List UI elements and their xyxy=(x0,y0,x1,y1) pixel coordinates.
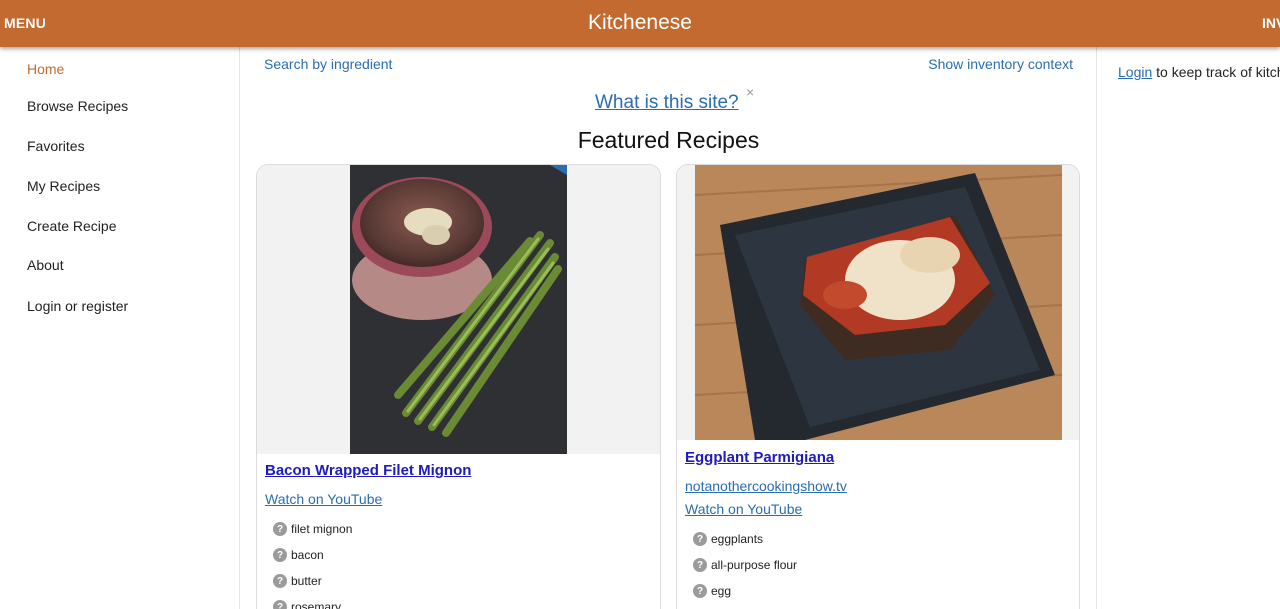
ingredient-item: ? eggplants xyxy=(693,532,763,546)
close-icon[interactable]: × xyxy=(746,84,754,100)
nav-item-browse-recipes[interactable]: Browse Recipes xyxy=(27,98,128,114)
inventory-button[interactable]: INV xyxy=(1262,15,1280,31)
nav-item-my-recipes[interactable]: My Recipes xyxy=(27,178,100,194)
question-icon[interactable]: ? xyxy=(273,574,287,588)
recipe-title-link[interactable]: Bacon Wrapped Filet Mignon xyxy=(265,462,471,479)
what-is-this-site-link[interactable]: What is this site? xyxy=(595,92,739,114)
ingredient-item: ? egg xyxy=(693,584,731,598)
question-icon[interactable]: ? xyxy=(693,532,707,546)
nav-item-favorites[interactable]: Favorites xyxy=(27,138,85,154)
filet-mignon-photo[interactable] xyxy=(350,165,567,454)
ingredient-item: ? rosemary xyxy=(273,600,341,609)
login-prompt: Login to keep track of kitche xyxy=(1118,64,1280,80)
source-site-link[interactable]: notanothercookingshow.tv xyxy=(685,478,847,494)
ingredient-item: ? bacon xyxy=(273,548,324,562)
top-app-bar: MENU Kitchenese INV xyxy=(0,0,1280,47)
recipe-card[interactable]: Bacon Wrapped Filet Mignon Watch on YouT… xyxy=(256,164,661,609)
nav-item-login-register[interactable]: Login or register xyxy=(27,298,128,314)
youtube-link[interactable]: Watch on YouTube xyxy=(685,501,802,517)
ingredient-item: ? all-purpose flour xyxy=(693,558,797,572)
ingredient-item: ? butter xyxy=(273,574,322,588)
left-nav: Home Browse Recipes Favorites My Recipes… xyxy=(0,47,240,609)
recipe-image-area xyxy=(257,165,660,454)
nav-item-home[interactable]: Home xyxy=(27,61,64,77)
right-sidebar: Login to keep track of kitche xyxy=(1096,47,1280,609)
site-brand[interactable]: Kitchenese xyxy=(0,11,1280,35)
featured-recipes-heading: Featured Recipes xyxy=(577,127,760,153)
nav-item-create-recipe[interactable]: Create Recipe xyxy=(27,218,117,234)
youtube-link[interactable]: Watch on YouTube xyxy=(265,491,382,507)
eggplant-parmigiana-photo[interactable] xyxy=(695,165,1062,440)
recipe-card[interactable]: Eggplant Parmigiana notanothercookingsho… xyxy=(676,164,1080,609)
question-icon[interactable]: ? xyxy=(273,522,287,536)
login-prompt-text: to keep track of kitche xyxy=(1152,64,1280,80)
main-content: Search by ingredient Show inventory cont… xyxy=(241,47,1096,609)
question-icon[interactable]: ? xyxy=(693,558,707,572)
show-inventory-context-link[interactable]: Show inventory context xyxy=(928,56,1073,72)
nav-item-about[interactable]: About xyxy=(27,257,64,273)
login-link[interactable]: Login xyxy=(1118,64,1152,80)
question-icon[interactable]: ? xyxy=(273,548,287,562)
question-icon[interactable]: ? xyxy=(693,584,707,598)
question-icon[interactable]: ? xyxy=(273,600,287,609)
recipe-image-area xyxy=(677,165,1079,440)
ingredient-item: ? filet mignon xyxy=(273,522,352,536)
recipe-title-link[interactable]: Eggplant Parmigiana xyxy=(685,449,834,466)
search-by-ingredient-link[interactable]: Search by ingredient xyxy=(264,56,392,72)
